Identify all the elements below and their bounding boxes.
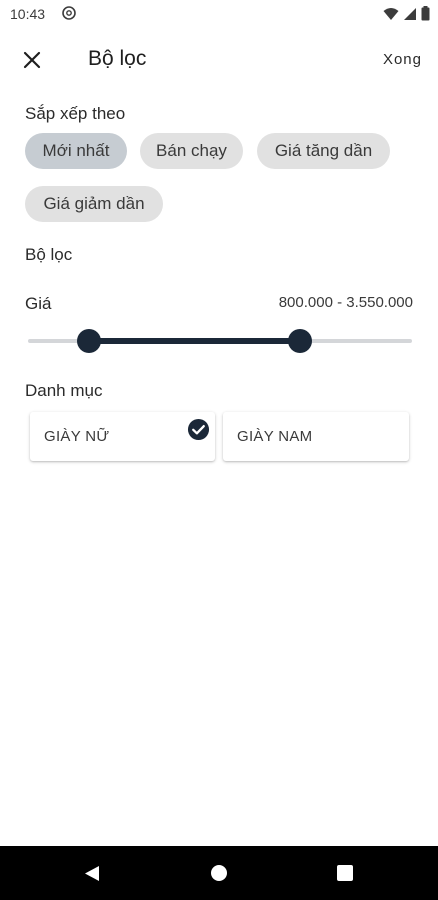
slider-thumb-min[interactable] bbox=[77, 329, 101, 353]
done-button[interactable]: Xong bbox=[383, 51, 422, 68]
wifi-icon bbox=[383, 7, 399, 20]
system-nav-bar bbox=[0, 846, 438, 900]
notification-icon bbox=[62, 6, 76, 20]
filter-screen: 10:43 Bộ lọc Xong Sắp xếp theo Mới nhất … bbox=[0, 0, 438, 900]
recent-apps-icon[interactable] bbox=[337, 865, 353, 881]
status-bar: 10:43 bbox=[0, 0, 438, 30]
sort-chip-best-selling[interactable]: Bán chạy bbox=[140, 133, 243, 169]
price-range-value: 800.000 - 3.550.000 bbox=[278, 294, 413, 311]
sort-chip-price-asc[interactable]: Giá tăng dần bbox=[257, 133, 390, 169]
sort-label: Sắp xếp theo bbox=[25, 104, 126, 123]
price-range-slider[interactable] bbox=[28, 328, 412, 354]
close-icon bbox=[23, 51, 41, 69]
check-circle-icon bbox=[187, 418, 210, 441]
home-icon[interactable] bbox=[211, 865, 227, 881]
sort-chip-newest[interactable]: Mới nhất bbox=[25, 133, 127, 169]
back-icon[interactable] bbox=[84, 865, 100, 882]
category-label: Danh mục bbox=[25, 381, 103, 400]
sort-chip-price-desc[interactable]: Giá giảm dần bbox=[25, 186, 163, 222]
status-time: 10:43 bbox=[10, 6, 46, 22]
page-title: Bộ lọc bbox=[88, 47, 147, 70]
price-label: Giá bbox=[25, 294, 52, 313]
slider-thumb-max[interactable] bbox=[288, 329, 312, 353]
filter-label: Bộ lọc bbox=[25, 245, 73, 264]
category-card-women[interactable]: GIÀY NỮ bbox=[30, 412, 215, 461]
signal-icon bbox=[404, 7, 416, 20]
category-label-women: GIÀY NỮ bbox=[44, 428, 110, 445]
status-icons bbox=[383, 6, 430, 21]
battery-icon bbox=[421, 6, 430, 21]
category-card-men[interactable]: GIÀY NAM bbox=[223, 412, 409, 461]
close-button[interactable] bbox=[18, 46, 46, 74]
slider-active-range bbox=[88, 338, 300, 344]
category-label-men: GIÀY NAM bbox=[237, 428, 313, 445]
